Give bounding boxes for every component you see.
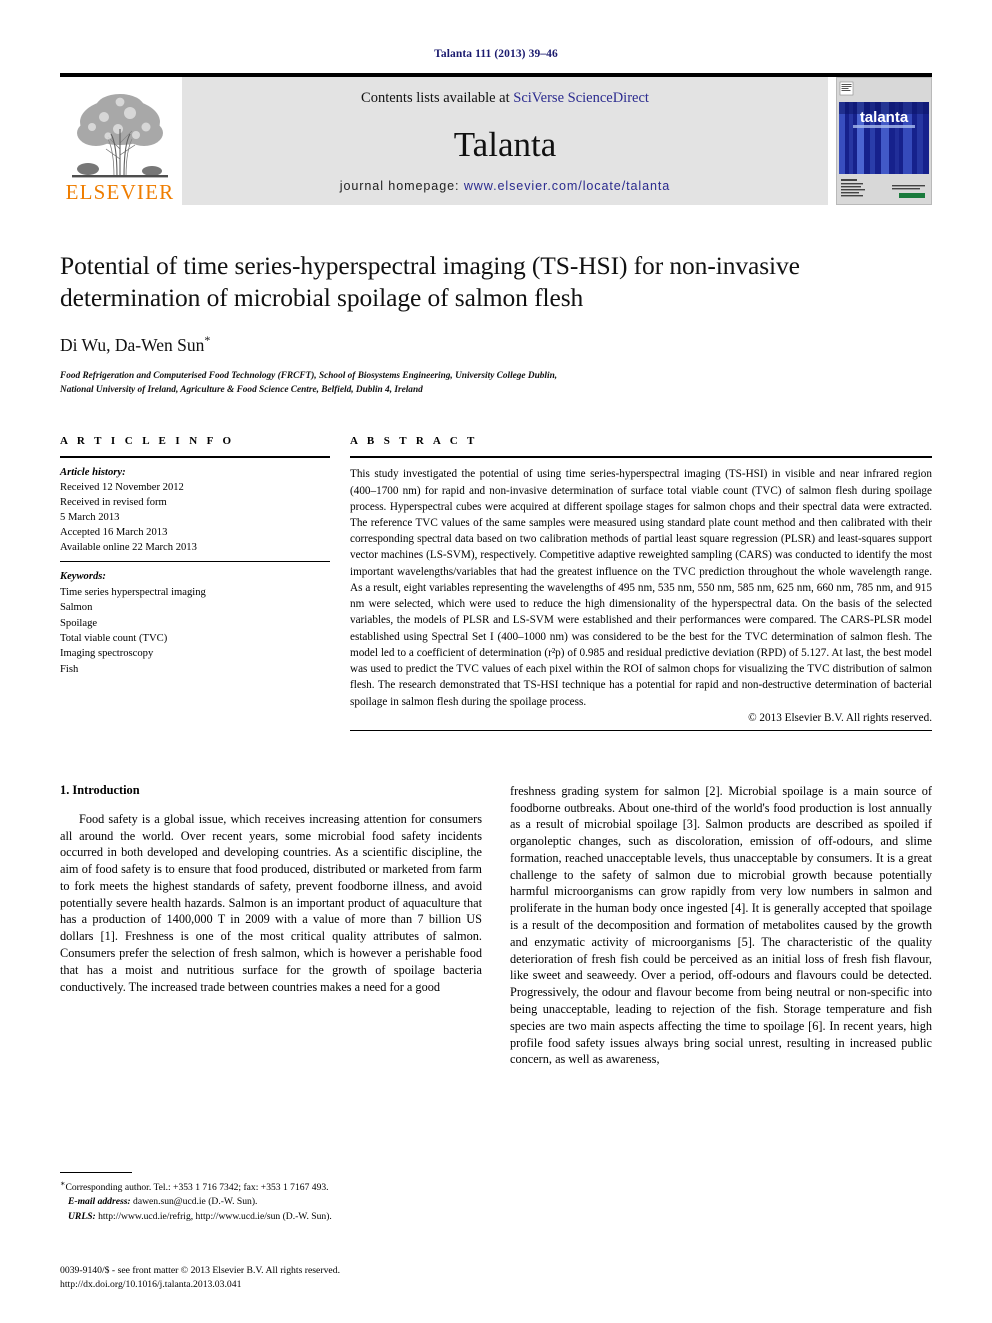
- keyword-item: Imaging spectroscopy: [60, 648, 154, 660]
- history-item: 5 March 2013: [60, 512, 120, 524]
- intro-paragraph-right: freshness grading system for salmon [2].…: [510, 783, 932, 1067]
- footnote-rule: [60, 1172, 132, 1173]
- affiliation: Food Refrigeration and Computerised Food…: [60, 369, 932, 398]
- journal-cover-thumbnail[interactable]: talanta: [836, 77, 932, 205]
- keyword-item: Fish: [60, 663, 79, 675]
- masthead-center-band: Contents lists available at SciVerse Sci…: [182, 77, 828, 205]
- elsevier-logo: ELSEVIER: [60, 77, 180, 205]
- footnote-email: E-mail address: dawen.sun@ucd.ie (D.-W. …: [60, 1195, 482, 1209]
- article-history: Article history: Received 12 November 20…: [60, 458, 330, 561]
- body-column-left: 1. Introduction Food safety is a global …: [60, 783, 482, 1068]
- title-block: Potential of time series-hyperspectral i…: [60, 250, 932, 398]
- journal-title: Talanta: [453, 125, 557, 164]
- footnote-urls: URLS: http://www.ucd.ie/refrig, http://w…: [60, 1210, 482, 1224]
- page-title: Potential of time series-hyperspectral i…: [60, 251, 800, 313]
- body-columns: 1. Introduction Food safety is a global …: [60, 783, 932, 1068]
- info-abstract-row: A R T I C L E I N F O Article history: R…: [60, 435, 932, 731]
- abstract-rule-bottom: [350, 729, 932, 731]
- footnote-urls-label: URLS:: [68, 1210, 96, 1222]
- keyword-item: Time series hyperspectral imaging: [60, 586, 206, 598]
- article-info-column: A R T I C L E I N F O Article history: R…: [60, 435, 330, 731]
- contents-list-line: Contents lists available at SciVerse Sci…: [361, 90, 649, 107]
- imprint-line-doi[interactable]: http://dx.doi.org/10.1016/j.talanta.2013…: [60, 1278, 340, 1293]
- footnote-corresponding-author: ∗Corresponding author. Tel.: +353 1 716 …: [60, 1178, 482, 1195]
- article-history-label: Article history:: [60, 467, 126, 479]
- abstract-copyright: © 2013 Elsevier B.V. All rights reserved…: [748, 711, 932, 724]
- corresponding-author-marker: *: [204, 333, 211, 348]
- keyword-item: Spoilage: [60, 617, 98, 629]
- elsevier-wordmark: ELSEVIER: [65, 180, 175, 204]
- abstract-heading: A B S T R A C T: [350, 434, 478, 447]
- author-names: Di Wu, Da-Wen Sun: [60, 335, 205, 356]
- paper-page: Talanta 111 (2013) 39–46 ELSEVIER Conten…: [0, 0, 992, 1323]
- abstract-column: A B S T R A C T This study investigated …: [350, 435, 932, 731]
- intro-paragraph-left: Food safety is a global issue, which rec…: [60, 811, 482, 994]
- keywords-block: Keywords: Time series hyperspectral imag…: [60, 562, 330, 677]
- footnote-email-label: E-mail address:: [68, 1196, 131, 1208]
- affiliation-line-2: National University of Ireland, Agricult…: [60, 385, 423, 396]
- sciencedirect-link[interactable]: SciVerse ScienceDirect: [513, 90, 649, 106]
- history-item: Available online 22 March 2013: [60, 542, 197, 554]
- author-list: Di Wu, Da-Wen Sun*: [60, 333, 932, 356]
- elsevier-tree-icon: [68, 89, 172, 181]
- imprint-line-issn: 0039-9140/$ - see front matter © 2013 El…: [60, 1264, 340, 1276]
- history-item: Received in revised form: [60, 497, 167, 509]
- body-column-right: freshness grading system for salmon [2].…: [510, 783, 932, 1068]
- journal-masthead: ELSEVIER Contents lists available at Sci…: [60, 73, 932, 205]
- footnote-urls-value[interactable]: http://www.ucd.ie/refrig, http://www.ucd…: [98, 1211, 332, 1222]
- imprint-block: 0039-9140/$ - see front matter © 2013 El…: [60, 1264, 340, 1293]
- journal-homepage-link[interactable]: www.elsevier.com/locate/talanta: [464, 179, 670, 193]
- homepage-prefix: journal homepage:: [339, 179, 464, 193]
- footnote-block: ∗Corresponding author. Tel.: +353 1 716 …: [60, 1172, 482, 1224]
- history-item: Received 12 November 2012: [60, 482, 184, 494]
- footnote-corresponding-text: Corresponding author. Tel.: +353 1 716 7…: [65, 1182, 329, 1194]
- svg-text:talanta: talanta: [860, 109, 909, 126]
- running-head: Talanta 111 (2013) 39–46: [434, 48, 558, 60]
- section-heading-introduction: 1. Introduction: [60, 782, 140, 797]
- contents-prefix: Contents lists available at: [361, 90, 514, 106]
- abstract-text: This study investigated the potential of…: [350, 468, 932, 708]
- keyword-item: Salmon: [60, 602, 93, 614]
- keyword-item: Total viable count (TVC): [60, 632, 168, 644]
- footnote-email-value[interactable]: dawen.sun@ucd.ie (D.-W. Sun).: [133, 1196, 257, 1207]
- keywords-label: Keywords:: [60, 571, 106, 583]
- article-info-heading: A R T I C L E I N F O: [60, 434, 235, 447]
- affiliation-line-1: Food Refrigeration and Computerised Food…: [60, 371, 558, 382]
- journal-homepage-line: journal homepage: www.elsevier.com/locat…: [340, 179, 670, 193]
- history-item: Accepted 16 March 2013: [60, 527, 168, 539]
